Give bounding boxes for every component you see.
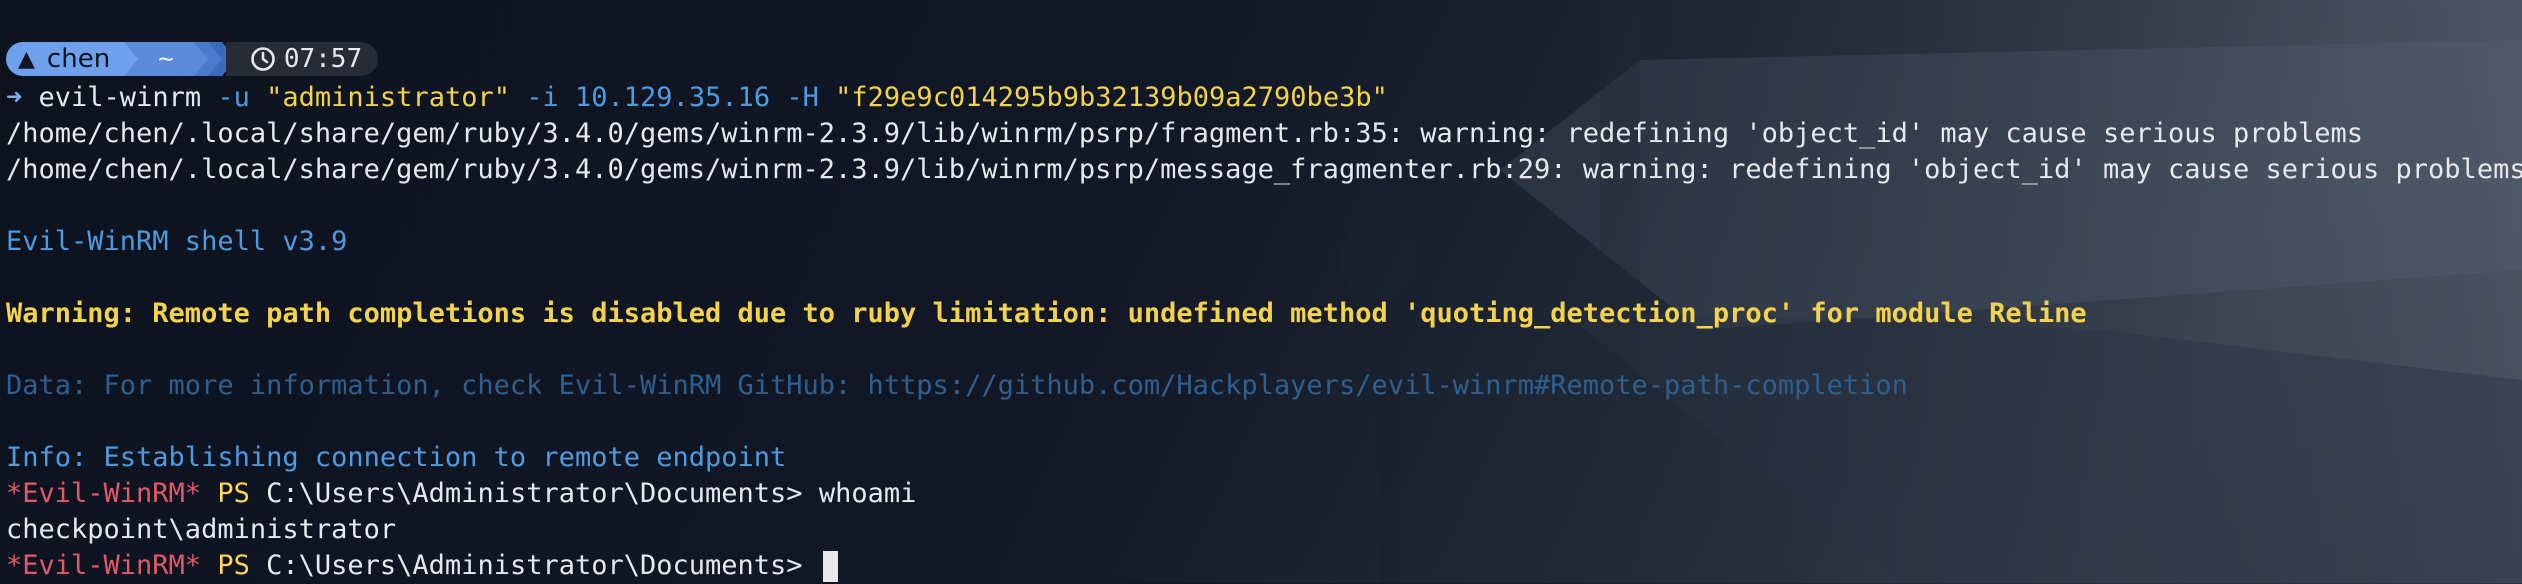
ps-label: PS [217, 478, 250, 509]
prompt-dir: ~ [158, 44, 174, 74]
prompt-arrow-icon: ➜ [6, 82, 23, 113]
chevron-separator-icon [193, 42, 208, 76]
ps-label: PS [217, 550, 250, 581]
command-user-value: "administrator" [266, 82, 510, 113]
text-cursor[interactable] [822, 551, 838, 582]
ps-prompt-line: *Evil-WinRM* PS C:\Users\Administrator\D… [6, 476, 2522, 512]
ps-tag: *Evil-WinRM* [6, 478, 202, 509]
ps-prompt-line-active[interactable]: *Evil-WinRM* PS C:\Users\Administrator\D… [6, 548, 2522, 584]
command-program: evil-winrm [38, 82, 202, 113]
chevron-separator-icon [207, 42, 222, 76]
connection-info: Info: Establishing connection to remote … [6, 442, 787, 473]
prompt-dir-segment: ~ [138, 42, 194, 76]
command-ip: 10.129.35.16 [575, 82, 771, 113]
ruby-warning-line: /home/chen/.local/share/gem/ruby/3.4.0/g… [6, 154, 2522, 185]
command-hash-value: "f29e9c014295b9b32139b09a2790be3b" [835, 82, 1388, 113]
ps-path: C:\Users\Administrator\Documents> [266, 478, 803, 509]
ruby-warning-line: /home/chen/.local/share/gem/ruby/3.4.0/g… [6, 118, 2364, 149]
command-result: checkpoint\administrator [6, 514, 397, 545]
shell-prompt: ▲ chen ~ 07:57 [6, 40, 2522, 78]
ps-path: C:\Users\Administrator\Documents> [266, 550, 803, 581]
command-flag-h: -H [786, 82, 819, 113]
prompt-user-segment: ▲ chen [6, 42, 125, 76]
command-flag-u: -u [217, 82, 250, 113]
terminal-output: ▲ chen ~ 07:57 ➜ evil-winrm -u "administ… [6, 40, 2522, 584]
command-line: ➜ evil-winrm -u "administrator" -i 10.12… [6, 80, 2522, 116]
ps-tag: *Evil-WinRM* [6, 550, 202, 581]
ps-command: whoami [818, 478, 917, 509]
completion-warning: Warning: Remote path completions is disa… [6, 298, 2087, 329]
shell-banner: Evil-WinRM shell v3.9 [6, 226, 348, 257]
command-flag-i: -i [526, 82, 559, 113]
clock-icon [251, 47, 275, 71]
prompt-time-segment: 07:57 [225, 42, 379, 76]
data-info-line: Data: For more information, check Evil-W… [6, 370, 1908, 401]
prompt-time: 07:57 [283, 44, 363, 74]
arch-logo-icon: ▲ [18, 46, 35, 72]
prompt-user: chen [46, 44, 111, 74]
chevron-separator-icon [124, 42, 139, 76]
